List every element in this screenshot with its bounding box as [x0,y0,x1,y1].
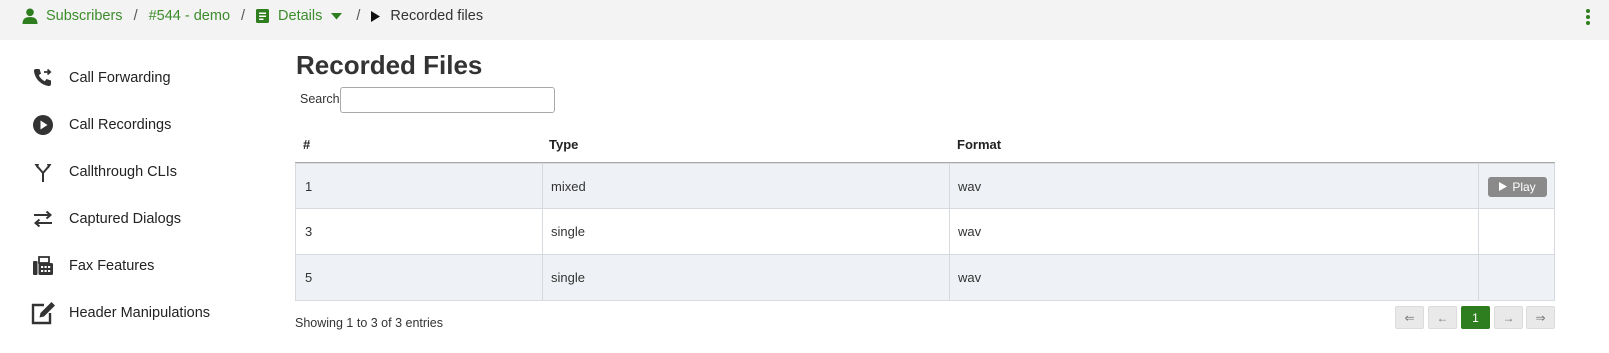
user-icon [22,8,38,24]
column-header-format[interactable]: Format [957,137,1001,152]
sidebar-item-label: Callthrough CLIs [69,164,177,180]
pagination-next-button[interactable]: → [1494,306,1523,329]
column-divider [542,164,543,208]
breadcrumb: Subscribers / #544 - demo / Details / Re… [22,0,483,32]
play-icon [371,10,381,22]
sidebar-item-call-forwarding[interactable]: Call Forwarding [0,58,280,98]
cell-id: 3 [305,224,313,239]
breadcrumb-current: Recorded files [390,8,484,24]
kebab-menu-icon[interactable] [1582,7,1594,27]
column-divider [542,255,543,300]
breadcrumb-separator: / [133,8,138,24]
table-row: 5 single wav [295,255,1555,301]
column-divider [949,255,950,300]
sidebar-item-header-manipulations[interactable]: Header Manipulations [0,293,280,333]
breadcrumb-subscribers-link[interactable]: Subscribers [46,8,123,24]
column-header-id[interactable]: # [303,137,310,152]
sidebar-item-label: Captured Dialogs [69,211,182,227]
table-info: Showing 1 to 3 of 3 entries [295,316,444,330]
breadcrumb-separator: / [241,8,246,24]
caret-down-icon[interactable] [331,12,343,20]
column-divider [542,209,543,254]
cell-format: wav [958,178,982,194]
play-button[interactable]: Play [1488,177,1547,197]
cell-type: single [551,270,585,285]
top-bar: Subscribers / #544 - demo / Details / Re… [0,0,1609,40]
column-divider [1478,209,1479,254]
column-divider [949,209,950,254]
column-divider [1478,255,1479,300]
cell-format: wav [958,270,982,285]
page-title: Recorded Files [296,50,483,80]
sidebar-item-captured-dialogs[interactable]: Captured Dialogs [0,199,280,239]
column-divider [1478,164,1479,208]
sidebar-item-label: Call Recordings [69,117,172,133]
cell-id: 5 [305,270,313,285]
exchange-icon [30,206,56,232]
sidebar-item-fax-features[interactable]: Fax Features [0,246,280,286]
column-divider [949,164,950,208]
search-label: Search: [300,92,344,106]
breadcrumb-separator: / [356,8,361,24]
breadcrumb-details-dropdown[interactable]: Details [278,8,322,24]
search-input[interactable] [340,87,555,113]
cell-type: mixed [551,178,586,194]
split-arrow-icon [30,159,56,185]
pagination-first-button[interactable]: ⇐ [1395,306,1424,329]
pagination-last-button[interactable]: ⇒ [1526,306,1555,329]
play-icon [1499,180,1508,194]
fax-icon [30,253,56,279]
sidebar-item-label: Header Manipulations [69,305,211,321]
pagination-previous-button[interactable]: ← [1428,306,1457,329]
cell-type: single [551,224,585,239]
play-button-label: Play [1512,180,1536,194]
document-icon [256,9,270,23]
table-row: 1 mixed wav Play [295,163,1555,209]
sidebar-item-label: Call Forwarding [69,70,171,86]
play-circle-icon [30,112,56,138]
edit-icon [30,300,56,326]
pagination-page-1[interactable]: 1 [1461,306,1490,329]
cell-format: wav [958,224,982,239]
sidebar-item-label: Fax Features [69,258,155,274]
sidebar-item-callthrough-clis[interactable]: Callthrough CLIs [0,152,280,192]
breadcrumb-subscriber-link[interactable]: #544 - demo [149,8,230,24]
cell-id: 1 [305,178,313,194]
call-forward-icon [30,65,56,91]
column-header-type[interactable]: Type [549,137,578,152]
sidebar-item-call-recordings[interactable]: Call Recordings [0,105,280,145]
table-row: 3 single wav [295,209,1555,255]
